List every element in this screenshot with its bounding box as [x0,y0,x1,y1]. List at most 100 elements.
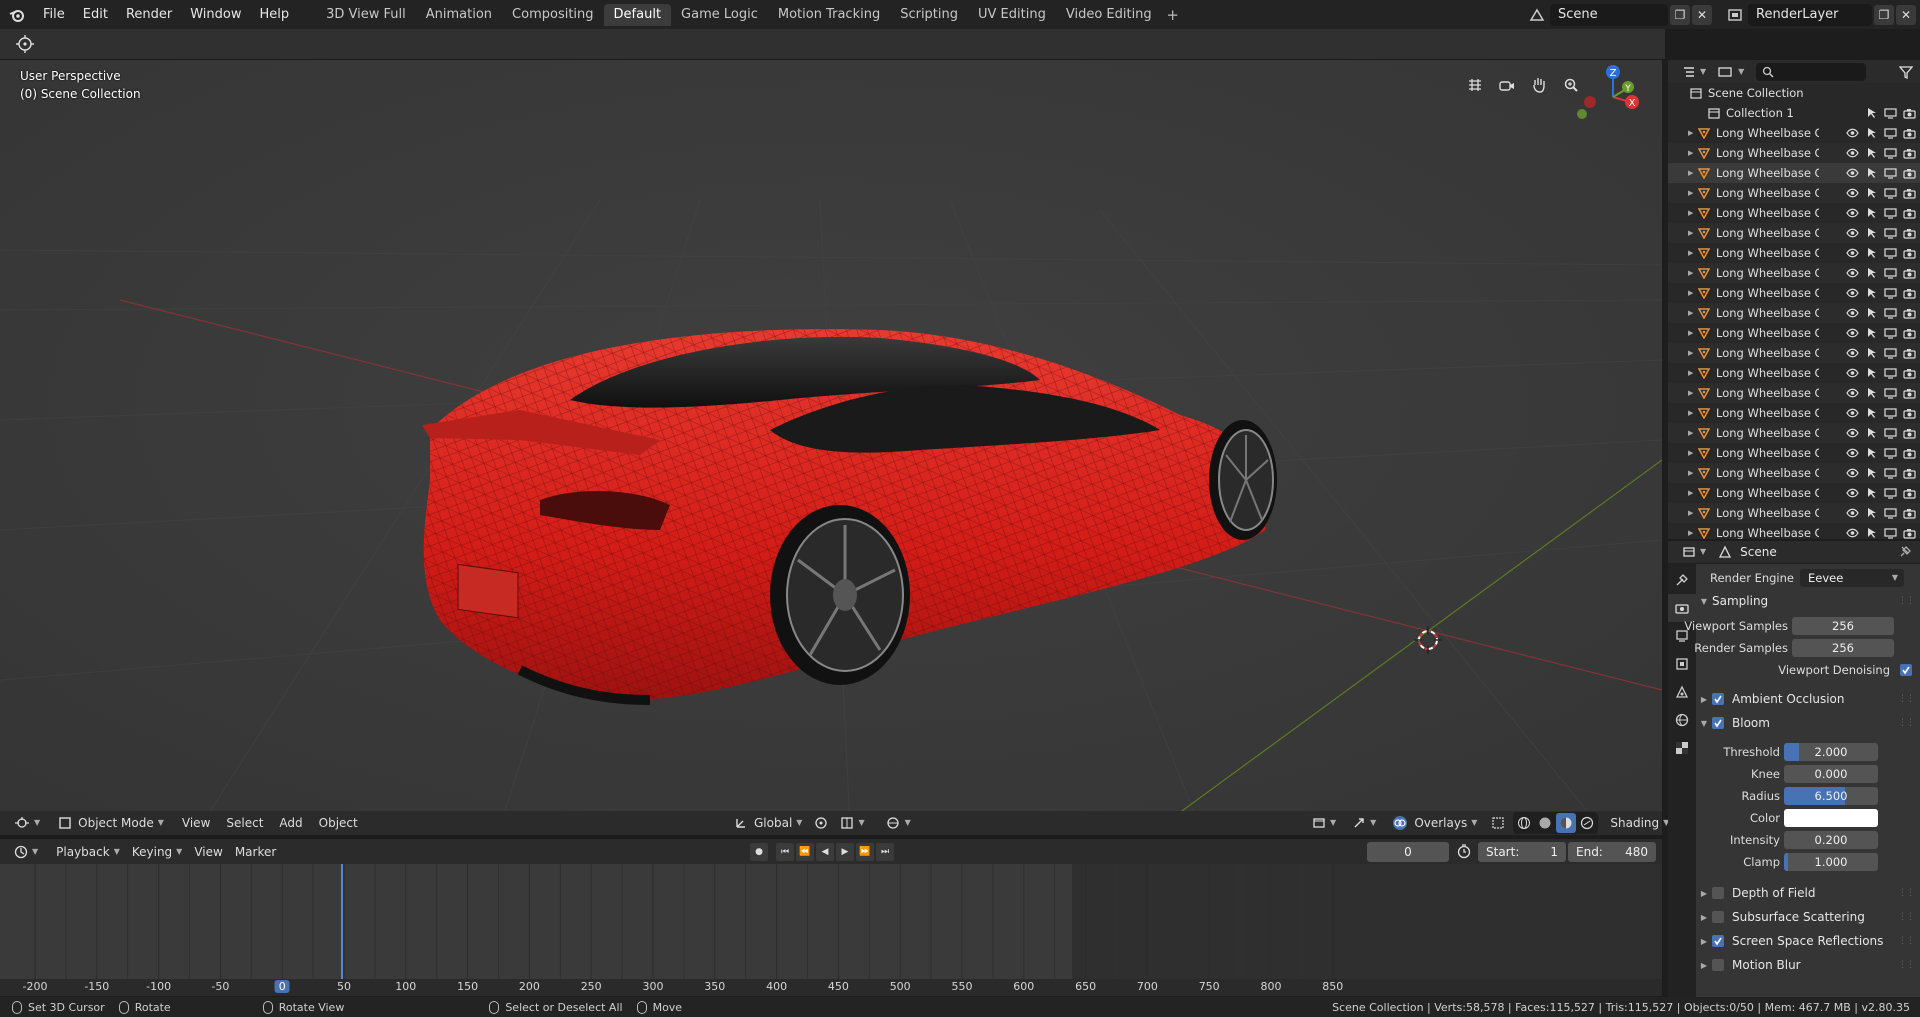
timeline-menu-keying[interactable]: Keying ▼ [126,842,188,862]
render-camera-icon[interactable] [1903,507,1916,520]
selectable-arrow-icon[interactable] [1865,387,1878,400]
visibility-eye-icon[interactable] [1846,247,1859,260]
visibility-eye-icon[interactable] [1846,527,1859,540]
threshold-slider[interactable]: 2.000 [1784,743,1878,761]
sampling-panel-header[interactable]: ▼ Sampling ⋮⋮ [1696,590,1920,612]
object-mode-dropdown[interactable]: Object Mode ▼ [52,813,170,833]
workspace-tab-scripting[interactable]: Scripting [890,4,968,26]
outliner-object-row[interactable]: ▶ Long Wheelbase Car [1668,283,1920,303]
selectable-arrow-icon[interactable] [1865,467,1878,480]
texture-tab-icon[interactable] [1668,734,1696,762]
viewport-monitor-icon[interactable] [1884,527,1897,540]
outliner-object-row[interactable]: ▶ Long Wheelbase Car [1668,163,1920,183]
selectable-arrow-icon[interactable] [1865,187,1878,200]
motion-blur-checkbox[interactable] [1712,959,1724,971]
selectable-arrow-icon[interactable] [1865,347,1878,360]
render-camera-icon[interactable] [1903,387,1916,400]
render-camera-icon[interactable] [1903,347,1916,360]
render-camera-icon[interactable] [1903,427,1916,440]
3d-viewport[interactable]: User Perspective (0) Scene Collection Z … [0,60,1662,827]
timeline-area[interactable]: -200 -150 -100 -50 0 50 100 150 200 250 300 350 400 4… [0,864,1662,996]
outliner-collection[interactable]: Collection 1 [1668,103,1920,123]
workspace-tab-compositing[interactable]: Compositing [502,4,604,26]
expand-arrow-icon[interactable]: ▶ [1688,349,1698,357]
render-camera-icon[interactable] [1903,147,1916,160]
render-camera-icon[interactable] [1903,407,1916,420]
render-camera-icon[interactable] [1903,167,1916,180]
selectable-arrow-icon[interactable] [1865,367,1878,380]
expand-arrow-icon[interactable]: ▶ [1688,249,1698,257]
viewport-menu-view[interactable]: View [174,812,218,834]
viewport-monitor-icon[interactable] [1884,447,1897,460]
outliner-object-row[interactable]: ▶ Long Wheelbase Car [1668,263,1920,283]
viewport-monitor-icon[interactable] [1884,367,1897,380]
play-reverse-button[interactable]: ◀ [816,842,834,861]
outliner-object-row[interactable]: ▶ Long Wheelbase Car [1668,343,1920,363]
render-camera-icon[interactable] [1903,467,1916,480]
outliner-object-row[interactable]: ▶ Long Wheelbase Car [1668,183,1920,203]
viewport-monitor-icon[interactable] [1884,227,1897,240]
selectable-arrow-icon[interactable] [1865,107,1878,120]
expand-arrow-icon[interactable]: ▶ [1688,469,1698,477]
selectable-arrow-icon[interactable] [1865,267,1878,280]
jump-end-button[interactable]: ⏭ [876,842,894,861]
current-frame-field[interactable]: 0 [1367,841,1449,862]
subsurface-scattering-panel-header[interactable]: ▶ Subsurface Scattering ⋮⋮ [1696,906,1920,928]
visibility-eye-icon[interactable] [1846,147,1859,160]
outliner-object-row[interactable]: ▶ Long Wheelbase Car [1668,323,1920,343]
xray-toggle-icon[interactable] [1485,813,1511,833]
scene-tab-icon[interactable] [1668,678,1696,706]
blender-logo-icon[interactable] [0,8,34,22]
shading-dropdown[interactable]: Shading ▼ [1604,813,1675,833]
proportional-edit-icon[interactable]: ▼ [879,813,917,833]
timeline-menu-marker[interactable]: Marker [229,842,282,862]
visibility-eye-icon[interactable] [1846,207,1859,220]
expand-arrow-icon[interactable]: ▶ [1688,389,1698,397]
timeline-ruler[interactable]: -200 -150 -100 -50 0 50 100 150 200 250 300 350 400 4… [0,979,1662,996]
expand-arrow-icon[interactable]: ▶ [1688,429,1698,437]
selectable-arrow-icon[interactable] [1865,247,1878,260]
menu-edit[interactable]: Edit [74,4,117,26]
tool-tab-icon[interactable] [1668,566,1696,594]
display-mode-icon[interactable]: ▼ [1712,62,1750,82]
viewport-monitor-icon[interactable] [1884,407,1897,420]
outliner-editor-type-icon[interactable]: ▼ [1676,62,1712,82]
visibility-eye-icon[interactable] [1846,267,1859,280]
scene-name-field[interactable]: Scene [1550,3,1668,26]
timeline-editor-type-icon[interactable]: ▼ [8,842,44,862]
workspace-tab-motion-tracking[interactable]: Motion Tracking [768,4,890,26]
outliner-object-row[interactable]: ▶ Long Wheelbase Car [1668,243,1920,263]
selectable-arrow-icon[interactable] [1865,207,1878,220]
render-camera-icon[interactable] [1903,307,1916,320]
outliner-object-row[interactable]: ▶ Long Wheelbase Car [1668,123,1920,143]
start-frame-field[interactable]: Start: 1 [1478,841,1566,862]
camera-icon[interactable] [1494,72,1520,98]
render-camera-icon[interactable] [1903,367,1916,380]
clamp-slider[interactable]: 1.000 [1784,853,1878,871]
orientation-dropdown[interactable]: Global ▼ [728,813,808,833]
preview-range-icon[interactable] [1456,843,1472,859]
properties-editor-type-icon[interactable]: ▼ [1676,542,1712,562]
outliner-object-row[interactable]: ▶ Long Wheelbase Car [1668,463,1920,483]
overlays-dropdown[interactable]: Overlays ▼ [1386,813,1483,833]
selectable-arrow-icon[interactable] [1865,527,1878,540]
gizmo-toggle-icon[interactable]: ▼ [1346,813,1382,833]
selectable-arrow-icon[interactable] [1865,427,1878,440]
viewport-monitor-icon[interactable] [1884,427,1897,440]
delete-layer-icon[interactable]: ✕ [1896,4,1916,25]
new-scene-icon[interactable]: ❐ [1670,4,1690,25]
expand-arrow-icon[interactable]: ▶ [1688,289,1698,297]
visibility-eye-icon[interactable] [1846,407,1859,420]
selectable-arrow-icon[interactable] [1865,227,1878,240]
visibility-eye-icon[interactable] [1846,467,1859,480]
depth-of-field-panel-header[interactable]: ▶ Depth of Field ⋮⋮ [1696,882,1920,904]
outliner-object-row[interactable]: ▶ Long Wheelbase Car [1668,423,1920,443]
expand-arrow-icon[interactable]: ▶ [1688,189,1698,197]
jump-prev-keyframe-button[interactable]: ⏪ [796,842,814,861]
knee-slider[interactable]: 0.000 [1784,765,1878,783]
expand-arrow-icon[interactable]: ▶ [1688,409,1698,417]
render-camera-icon[interactable] [1903,247,1916,260]
visibility-eye-icon[interactable] [1846,307,1859,320]
viewport-monitor-icon[interactable] [1884,347,1897,360]
play-button[interactable]: ▶ [836,842,854,861]
